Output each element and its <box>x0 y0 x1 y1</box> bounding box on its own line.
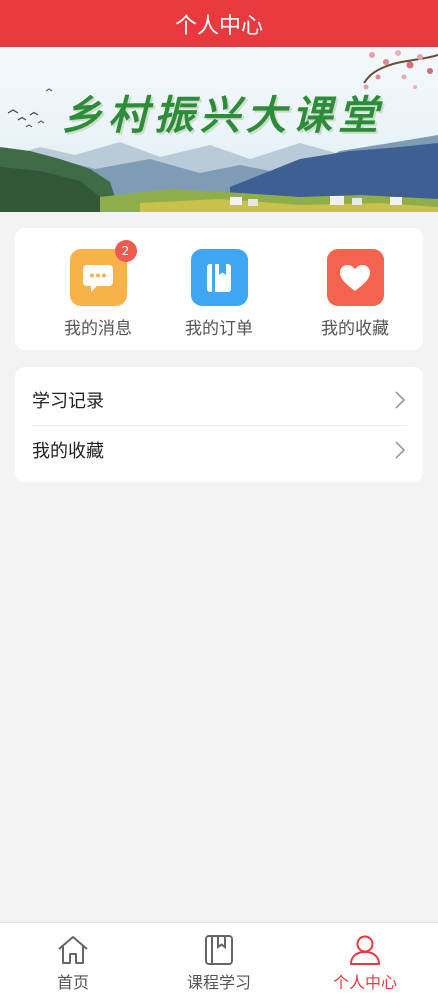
menu-item-learning-record[interactable]: 学习记录 <box>32 375 406 426</box>
tab-courses[interactable]: 课程学习 <box>146 923 292 999</box>
tab-home-label: 首页 <box>56 973 89 992</box>
menu-item-label: 我的收藏 <box>32 441 104 462</box>
bottom-tab-bar: 首页 课程学习 个人中心 <box>0 922 438 999</box>
banner-image: 乡村振兴大课堂 <box>0 47 438 212</box>
banner-title: 乡村振兴大课堂 <box>62 92 384 139</box>
heart-icon <box>326 249 384 306</box>
my-favorites-label: 我的收藏 <box>321 319 389 339</box>
chevron-right-icon <box>395 391 406 409</box>
page-title: 个人中心 <box>174 13 263 39</box>
menu-item-label: 学习记录 <box>32 391 104 412</box>
quick-actions-card: 2 我的消息 我的订单 我的收藏 <box>15 228 423 350</box>
book-icon <box>190 249 248 306</box>
home-icon <box>58 936 88 964</box>
my-messages-label: 我的消息 <box>64 319 132 339</box>
menu-card: 学习记录 我的收藏 <box>15 367 423 482</box>
my-orders-label: 我的订单 <box>185 319 253 339</box>
my-favorites-button[interactable]: 我的收藏 <box>305 249 405 339</box>
header-bar: 个人中心 <box>0 0 438 47</box>
message-icon: 2 <box>69 240 137 306</box>
tab-courses-label: 课程学习 <box>186 973 251 992</box>
tab-profile-label: 个人中心 <box>332 973 397 992</box>
my-orders-button[interactable]: 我的订单 <box>169 249 269 339</box>
tab-profile[interactable]: 个人中心 <box>292 923 438 999</box>
tab-home[interactable]: 首页 <box>0 923 146 999</box>
menu-item-favorites[interactable]: 我的收藏 <box>32 425 406 475</box>
course-icon <box>205 935 233 965</box>
unread-count-badge: 2 <box>114 240 137 262</box>
user-icon <box>350 935 380 965</box>
chevron-right-icon <box>395 441 406 459</box>
my-messages-button[interactable]: 2 我的消息 <box>48 240 148 339</box>
